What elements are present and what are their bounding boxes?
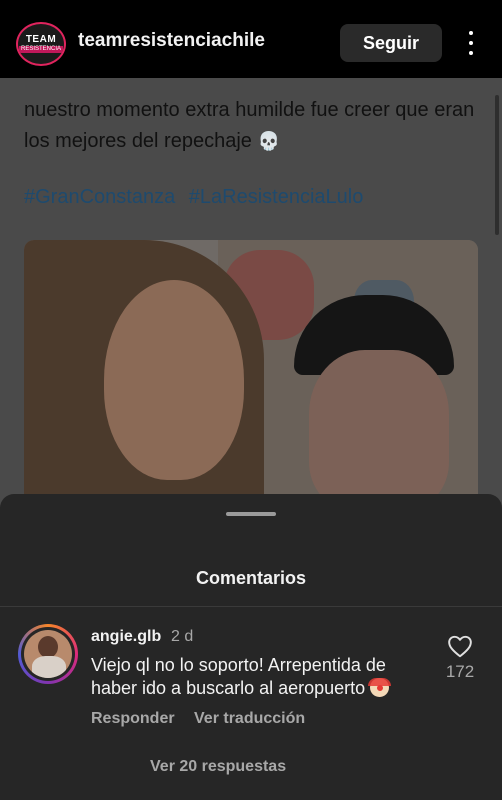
hashtag-link[interactable]: #LaResistenciaLulo — [189, 186, 364, 208]
see-translation-button[interactable]: Ver traducción — [194, 710, 305, 728]
more-options-icon[interactable] — [460, 26, 482, 60]
hashtag-link[interactable]: #GranConstanza — [24, 186, 175, 208]
avatar-text-top: TEAM — [25, 34, 57, 45]
account-name[interactable]: teamresistenciachile — [78, 30, 265, 52]
commenter-avatar[interactable] — [18, 624, 78, 684]
comments-title: Comentarios — [195, 568, 307, 588]
post-header: TEAM RESISTENCIA teamresistenciachile Se… — [0, 0, 502, 78]
like-count: 172 — [445, 662, 475, 681]
scrollbar[interactable] — [495, 95, 499, 235]
view-replies-button[interactable]: Ver 20 respuestas — [150, 758, 286, 776]
skull-emoji: 💀 — [257, 131, 280, 151]
heart-icon[interactable] — [447, 634, 473, 658]
caption-text: nuestro momento extra humilde fue creer … — [24, 99, 475, 152]
photo-detail — [309, 350, 449, 510]
follow-button[interactable]: Seguir — [340, 24, 442, 62]
comment-timestamp: 2 d — [171, 628, 194, 645]
reply-button[interactable]: Responder — [91, 710, 175, 728]
photo-detail — [104, 280, 244, 480]
divider — [0, 606, 502, 607]
drag-handle[interactable] — [226, 512, 276, 516]
account-avatar[interactable]: TEAM RESISTENCIA — [16, 22, 66, 66]
hashtag-list: #GranConstanza #LaResistenciaLulo — [24, 186, 371, 209]
avatar-text-bottom: RESISTENCIA — [18, 46, 63, 53]
post-photo[interactable] — [24, 240, 478, 510]
comment-body: Viejo ql no lo soporto! Arrepentida de h… — [91, 654, 431, 700]
comment-username[interactable]: angie.glb — [91, 628, 161, 646]
commenter-photo — [24, 630, 72, 678]
comment-text: Viejo ql no lo soporto! Arrepentida de h… — [91, 655, 386, 698]
comments-sheet: Comentarios angie.glb 2 d Viejo ql no lo… — [0, 494, 502, 800]
clown-emoji-icon — [368, 678, 392, 697]
post-caption: nuestro momento extra humilde fue creer … — [24, 95, 484, 157]
